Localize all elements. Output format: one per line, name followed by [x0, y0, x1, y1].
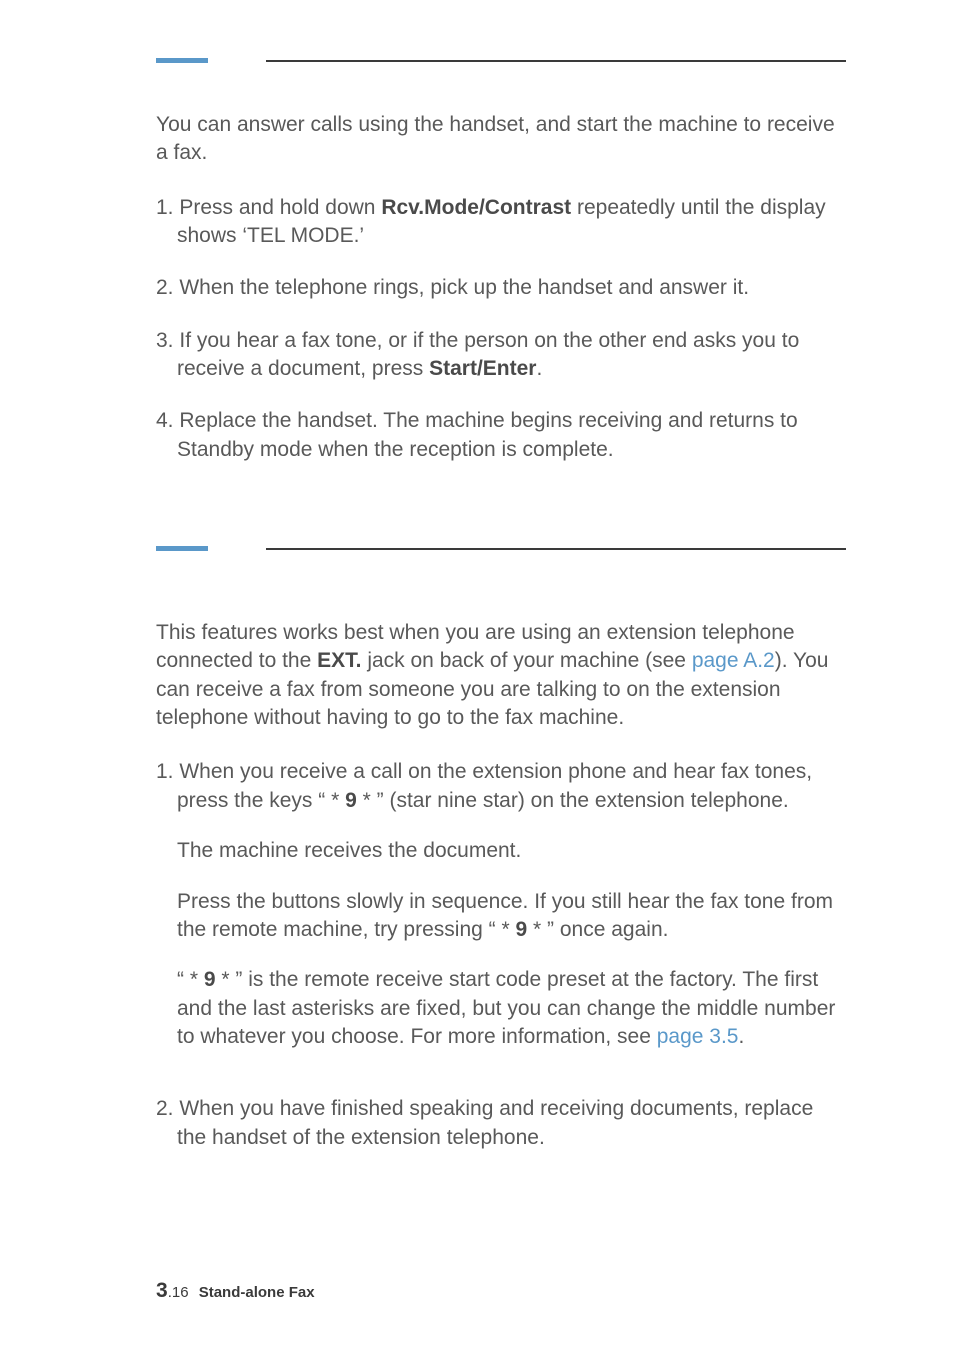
key-9: 9	[198, 968, 221, 991]
list-num: 3.	[156, 329, 179, 352]
star-icon: *	[533, 918, 541, 941]
page-number: .16	[168, 1284, 189, 1301]
section-tel-mode: You can answer calls using the handset, …	[156, 111, 846, 464]
list-num: 2.	[156, 1097, 179, 1120]
list-num: 1.	[156, 760, 179, 783]
page-ref-link[interactable]: page 3.5	[657, 1025, 739, 1048]
text: “ * 9 * ” is the remote receive start co…	[177, 966, 846, 1051]
accent-bar-icon	[156, 546, 208, 551]
section-rule-top	[156, 546, 846, 551]
text: .	[536, 357, 542, 380]
text: Press the buttons slowly in sequence. If…	[177, 888, 846, 945]
text: ” once again.	[541, 918, 668, 941]
page-section-label: Stand-alone Fax	[199, 1284, 315, 1301]
text: When you have finished speaking and rece…	[177, 1097, 813, 1148]
list-num: 2.	[156, 276, 179, 299]
star-icon: *	[190, 968, 198, 991]
page-chapter-number: 3	[156, 1279, 168, 1302]
button-ref: Start/Enter	[429, 357, 536, 380]
section-rule-top	[156, 58, 846, 63]
list-item: 2. When the telephone rings, pick up the…	[156, 274, 846, 302]
text: The machine receives the document.	[177, 837, 846, 865]
section1-intro: You can answer calls using the handset, …	[156, 111, 846, 168]
text: ” (star nine star) on the extension tele…	[371, 789, 789, 812]
list-item: 4. Replace the handset. The machine begi…	[156, 407, 846, 464]
rule-line-icon	[266, 60, 846, 62]
list-item: 1. When you receive a call on the extens…	[156, 758, 846, 1051]
list-item: 1. Press and hold down Rcv.Mode/Contrast…	[156, 194, 846, 251]
text: “	[177, 968, 190, 991]
jack-label: EXT.	[317, 649, 361, 672]
key-9: 9	[339, 789, 362, 812]
accent-bar-icon	[156, 58, 208, 63]
star-icon: *	[501, 918, 509, 941]
list-item: 2. When you have finished speaking and r…	[156, 1095, 846, 1152]
text: .	[738, 1025, 744, 1048]
list-num: 4.	[156, 409, 179, 432]
text: When the telephone rings, pick up the ha…	[179, 276, 749, 299]
text: Press and hold down	[179, 196, 381, 219]
rule-line-icon	[266, 548, 846, 550]
text: jack on back of your machine (see	[361, 649, 691, 672]
star-icon: *	[221, 968, 229, 991]
key-9: 9	[510, 918, 533, 941]
star-icon: *	[363, 789, 371, 812]
page-footer: 3.16 Stand-alone Fax	[156, 1279, 315, 1303]
section-ext-phone: This features works best when you are us…	[156, 619, 846, 1152]
list-item: 3. If you hear a fax tone, or if the per…	[156, 327, 846, 384]
list-num: 1.	[156, 196, 179, 219]
text: Replace the handset. The machine begins …	[177, 409, 798, 460]
button-ref: Rcv.Mode/Contrast	[381, 196, 571, 219]
page-ref-link[interactable]: page A.2	[692, 649, 775, 672]
section2-intro: This features works best when you are us…	[156, 619, 846, 732]
